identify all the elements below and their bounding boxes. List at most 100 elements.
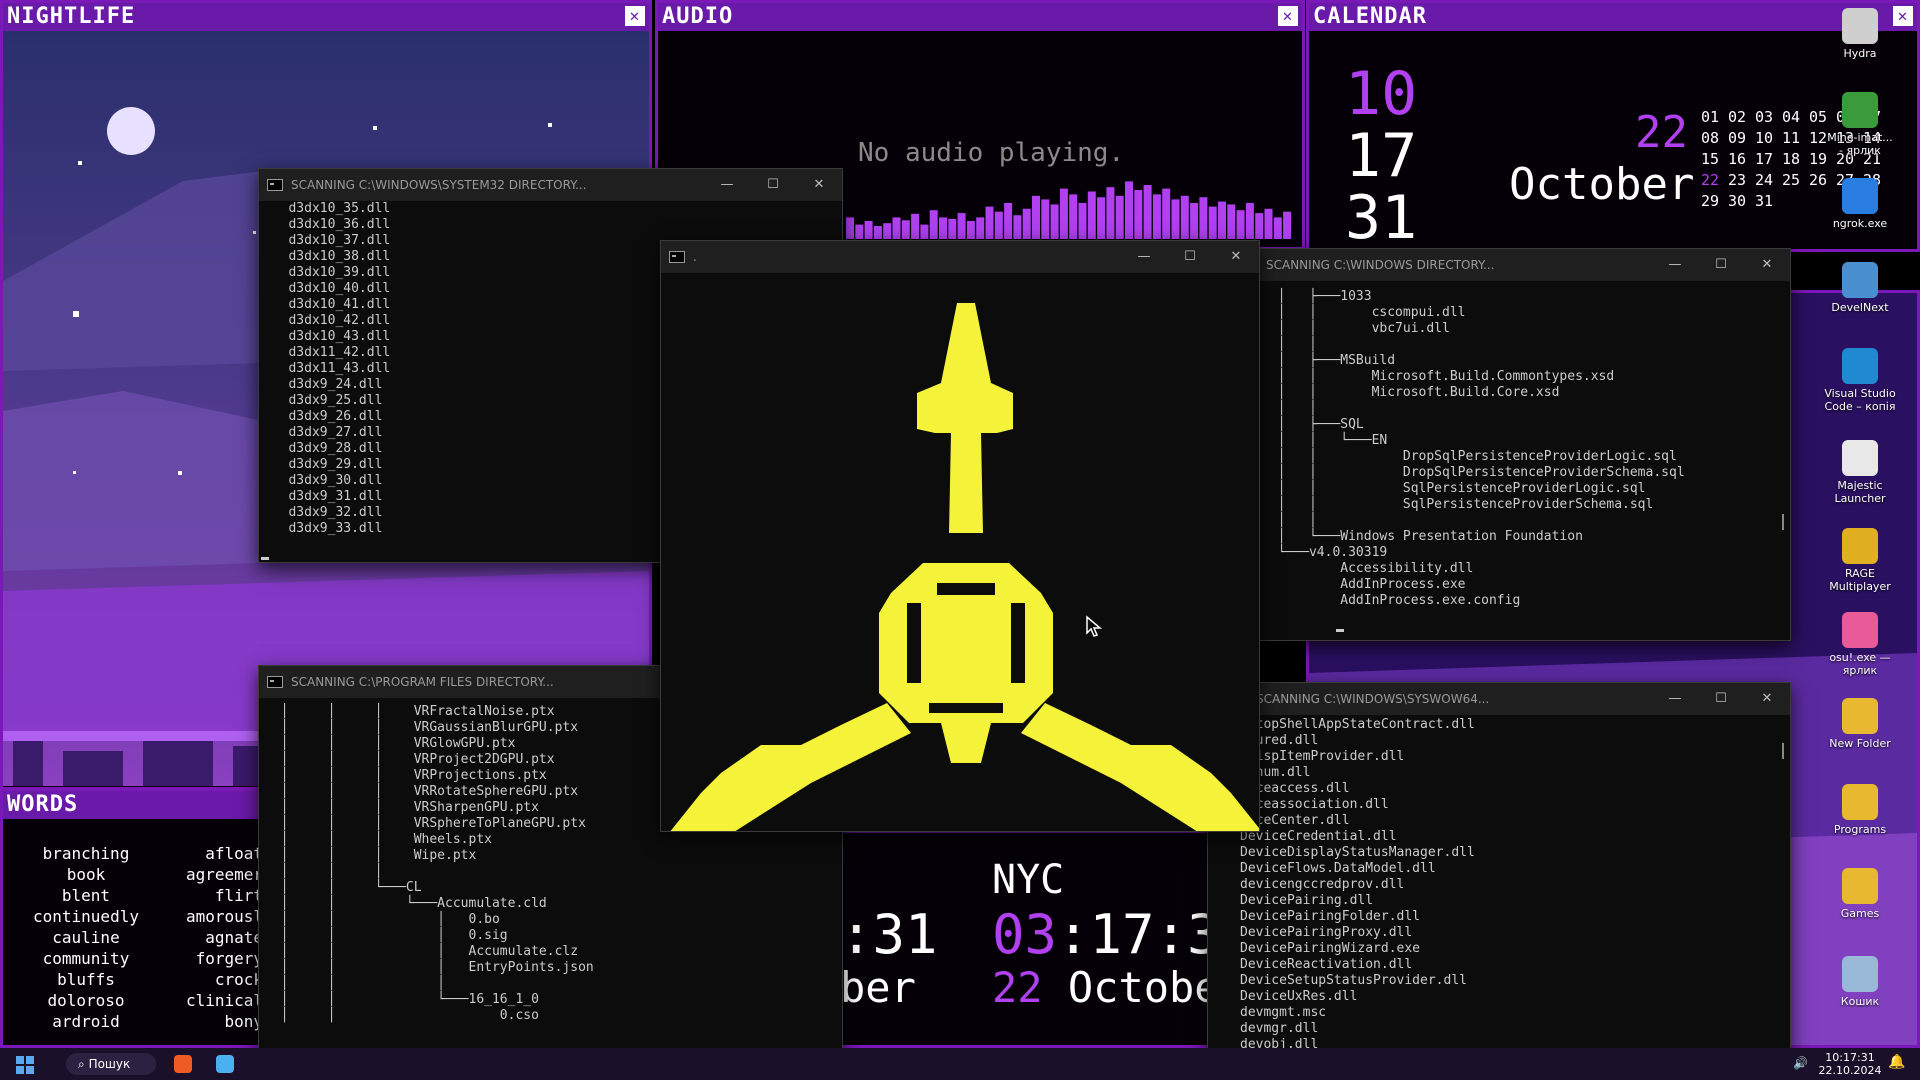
calendar-date-cell[interactable]: 25 <box>1782 170 1809 191</box>
minimize-icon[interactable]: — <box>1121 241 1167 273</box>
audio-bar <box>1245 203 1254 239</box>
calendar-date-cell[interactable]: 18 <box>1782 149 1809 170</box>
calendar-date-cell[interactable]: 02 <box>1728 107 1755 128</box>
calendar-date-cell[interactable]: 11 <box>1782 128 1809 149</box>
calendar-date-cell[interactable]: 17 <box>1755 149 1782 170</box>
app-icon <box>1842 262 1878 298</box>
desktop-icon[interactable]: Mine-imat... - ярлик <box>1823 92 1897 157</box>
notification-bell-icon[interactable]: 🔔 <box>1888 1054 1905 1070</box>
calendar-date-cell[interactable]: 15 <box>1701 149 1728 170</box>
words-title: WORDS <box>7 792 79 817</box>
scrollbar-thumb[interactable] <box>1782 743 1784 759</box>
desktop-icon[interactable]: Games <box>1823 868 1897 920</box>
words-column-1: branching book blent continuedly cauline comm… <box>33 843 139 1032</box>
console-line: │ ├───1033 <box>1262 289 1372 304</box>
brave-icon[interactable] <box>174 1055 192 1073</box>
minimize-icon[interactable]: — <box>1652 249 1698 281</box>
close-icon[interactable]: ✕ <box>625 6 645 26</box>
app-icon <box>1842 868 1878 904</box>
minimize-icon[interactable]: — <box>704 169 750 201</box>
word-item: bony <box>224 1012 263 1031</box>
desktop-icon[interactable]: Programs <box>1823 784 1897 836</box>
desktop-icon[interactable]: ngrok.exe <box>1823 178 1897 230</box>
calendar-date-cell[interactable]: 01 <box>1701 107 1728 128</box>
console-title-bar[interactable]: SCANNING C:\WINDOWS\SYSWOW64... — ☐ ✕ <box>1208 683 1790 715</box>
desktop-icon-label: Majestic Launcher <box>1834 479 1886 505</box>
desktop-icon-label: RAGE Multiplayer <box>1829 567 1891 593</box>
word-item: amorousl <box>185 907 263 926</box>
calendar-date-cell[interactable]: 16 <box>1728 149 1755 170</box>
audio-bar <box>1004 203 1013 239</box>
scrollbar-thumb[interactable] <box>1782 514 1784 530</box>
calendar-date-cell[interactable]: 22 <box>1701 170 1728 191</box>
audio-bar <box>1125 181 1133 239</box>
console-line: vDispItemProvider.dll <box>1240 749 1405 764</box>
minimize-icon[interactable]: — <box>1652 683 1698 715</box>
console-window-windows[interactable]: SCANNING C:\WINDOWS DIRECTORY... — ☐ ✕ │ ├… <box>1255 248 1791 641</box>
console-line: │ │ └───Accumulate.cld <box>265 896 547 911</box>
audio-bar <box>873 226 882 239</box>
calendar-date-cell[interactable]: 29 <box>1701 191 1728 212</box>
console-icon <box>267 179 283 191</box>
console-line: DeviceUxRes.dll <box>1240 989 1358 1004</box>
audio-bar <box>1078 203 1087 239</box>
calendar-date-cell[interactable]: 24 <box>1755 170 1782 191</box>
close-icon[interactable]: ✕ <box>1744 683 1790 715</box>
desktop-icon[interactable]: osu!.exe — ярлик <box>1823 612 1897 677</box>
desktop-icon[interactable]: DevelNext <box>1823 262 1897 314</box>
console-line: │ │ DropSqlPersistenceProviderSchema.sql <box>1262 465 1685 480</box>
calendar-date-cell[interactable]: 23 <box>1728 170 1755 191</box>
desktop-icon[interactable]: Кошик <box>1823 956 1897 1008</box>
desktop-icon[interactable]: Visual Studio Code – копія <box>1823 348 1897 413</box>
console-line: │ │ │ <box>265 976 446 991</box>
text-cursor <box>261 557 269 560</box>
taskbar-date: 22.10.2024 <box>1818 1064 1882 1077</box>
desktop-icon[interactable]: Majestic Launcher <box>1823 440 1897 505</box>
audio-bar <box>966 221 975 239</box>
audio-bar <box>846 217 854 239</box>
audio-bar <box>1022 208 1031 239</box>
console-window-syswow64[interactable]: SCANNING C:\WINDOWS\SYSWOW64... — ☐ ✕ skto… <box>1207 682 1791 1062</box>
maximize-icon[interactable]: ☐ <box>1698 249 1744 281</box>
calendar-date-cell[interactable]: 31 <box>1755 191 1782 212</box>
calendar-date-cell[interactable]: 30 <box>1728 191 1755 212</box>
speaker-icon[interactable]: 🔊 <box>1793 1056 1808 1070</box>
audio-bar <box>929 210 938 239</box>
console-line: │ ├───SQL <box>1262 417 1364 432</box>
desktop-icon[interactable]: Hydra <box>1823 8 1897 60</box>
console-title: SCANNING C:\WINDOWS\SYSTEM32 DIRECTORY..… <box>291 178 587 192</box>
audio-bar <box>976 217 985 239</box>
calendar-date-cell[interactable]: 03 <box>1755 107 1782 128</box>
calendar-date-cell[interactable]: 08 <box>1701 128 1728 149</box>
search-box[interactable]: ⌕ Пошук <box>66 1053 156 1075</box>
maximize-icon[interactable]: ☐ <box>1167 241 1213 273</box>
console-title-bar[interactable]: SCANNING C:\WINDOWS DIRECTORY... — ☐ ✕ <box>1256 249 1790 281</box>
app-icon <box>1842 178 1878 214</box>
close-icon[interactable]: ✕ <box>1278 6 1298 26</box>
app-icon[interactable] <box>216 1055 234 1073</box>
console-line: d3dx10_35.dll <box>265 201 391 216</box>
console-title-bar[interactable]: . — ☐ ✕ <box>661 241 1259 273</box>
desktop-icon[interactable]: New Folder <box>1823 698 1897 750</box>
console-window-art[interactable]: . — ☐ ✕ <box>660 240 1260 832</box>
audio-bar <box>1106 187 1115 239</box>
triforce-spinner-art <box>670 303 1259 831</box>
calendar-day: 22 <box>1635 107 1688 158</box>
audio-bar <box>855 224 864 239</box>
audio-bar <box>939 217 947 239</box>
console-title-bar[interactable]: SCANNING C:\WINDOWS\SYSTEM32 DIRECTORY..… <box>259 169 842 201</box>
audio-bar <box>901 220 910 239</box>
maximize-icon[interactable]: ☐ <box>1698 683 1744 715</box>
desktop-icon[interactable]: RAGE Multiplayer <box>1823 528 1897 593</box>
maximize-icon[interactable]: ☐ <box>750 169 796 201</box>
calendar-date-cell[interactable]: 09 <box>1728 128 1755 149</box>
calendar-date-cell[interactable]: 04 <box>1782 107 1809 128</box>
text-cursor <box>1336 629 1344 632</box>
close-icon[interactable]: ✕ <box>1744 249 1790 281</box>
calendar-date-cell[interactable]: 10 <box>1755 128 1782 149</box>
close-icon[interactable]: ✕ <box>1213 241 1259 273</box>
word-item: doloroso <box>47 991 125 1010</box>
console-line: DeviceSetupStatusProvider.dll <box>1240 973 1467 988</box>
close-icon[interactable]: ✕ <box>796 169 842 201</box>
start-button[interactable] <box>16 1056 34 1074</box>
